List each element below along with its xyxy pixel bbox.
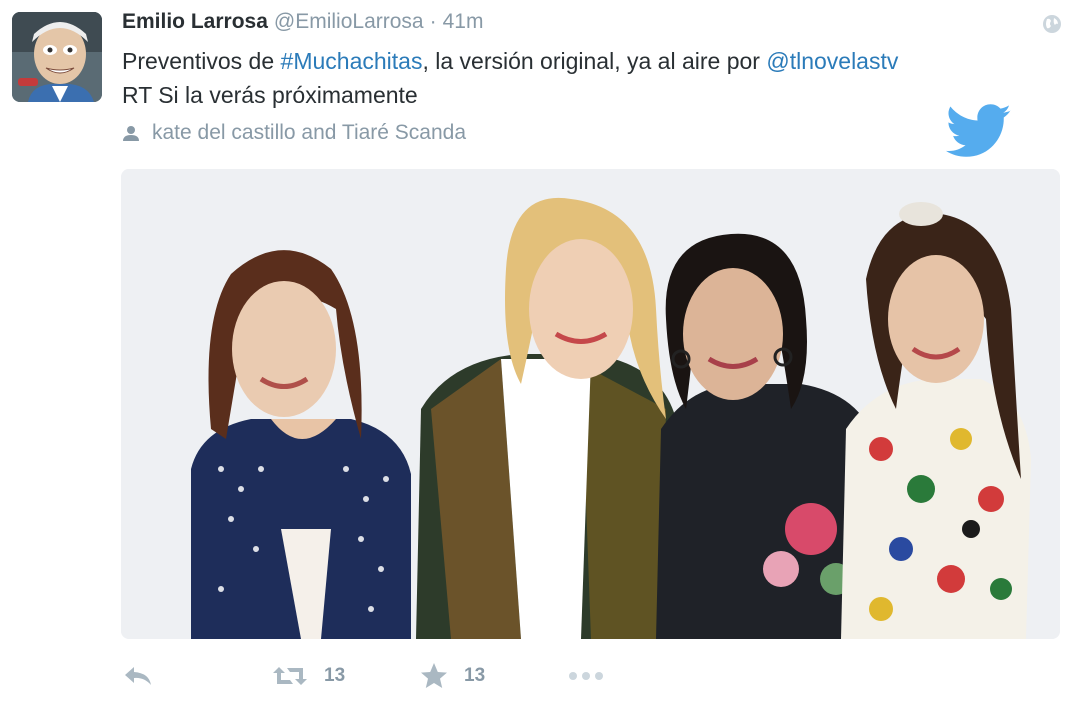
tweet-photo[interactable]: [121, 169, 1060, 639]
timestamp[interactable]: 41m: [443, 10, 484, 34]
tweet-header: Emilio Larrosa @EmilioLarrosa · 41m: [122, 10, 483, 40]
photo-image: [121, 169, 1060, 639]
tweet-text-part: Preventivos de: [122, 48, 281, 74]
retweet-button[interactable]: 13: [272, 656, 345, 696]
more-icon: [569, 672, 603, 680]
tweet-actions: 13 13: [122, 656, 722, 696]
tweet-text-part: , la versión original, ya al aire por: [422, 48, 767, 74]
star-icon: [421, 663, 447, 688]
reply-button[interactable]: [122, 656, 154, 696]
author-handle[interactable]: @EmilioLarrosa: [274, 10, 424, 34]
mention-link[interactable]: @tlnovelastv: [766, 48, 898, 74]
retweet-count: 13: [324, 665, 346, 686]
reply-icon: [125, 667, 151, 685]
tagged-people[interactable]: kate del castillo and Tiaré Scanda: [122, 119, 466, 147]
tagged-people-label: kate del castillo and Tiaré Scanda: [152, 121, 467, 144]
person-icon: [123, 126, 139, 141]
more-button[interactable]: [568, 656, 604, 696]
tweet-text: Preventivos de #Muchachitas, la versión …: [122, 44, 1022, 112]
tweet-text-line2: RT Si la verás próximamente: [122, 82, 418, 108]
header-separator: ·: [429, 10, 437, 33]
twitter-bird-icon[interactable]: [946, 104, 1012, 159]
author-name[interactable]: Emilio Larrosa: [122, 10, 268, 34]
hashtag-link[interactable]: #Muchachitas: [281, 48, 423, 74]
globe-icon: [1043, 15, 1061, 33]
favorite-button[interactable]: 13: [420, 656, 485, 696]
tweet: Emilio Larrosa @EmilioLarrosa · 41m Prev…: [0, 0, 1080, 713]
favorite-count: 13: [464, 665, 486, 686]
avatar-image: [12, 12, 102, 102]
avatar[interactable]: [12, 12, 102, 102]
retweet-icon: [273, 667, 307, 685]
